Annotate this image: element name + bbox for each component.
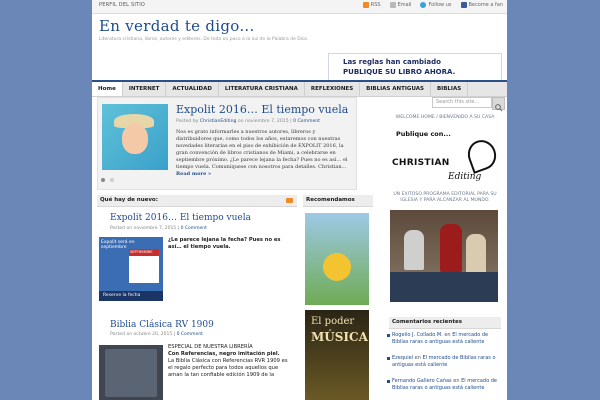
person-shape	[466, 234, 486, 274]
search-placeholder: Search this site...	[436, 99, 480, 105]
thumb-month: SEPTIEMBRE	[130, 250, 153, 254]
person-shape	[440, 224, 462, 272]
comment-author[interactable]: Ezequiel	[392, 355, 413, 361]
meta-date: octubre 20, 2015	[133, 332, 173, 337]
featured-slider: Expolit 2016… El tiempo vuela Posted by …	[97, 97, 357, 190]
nav-actualidad[interactable]: ACTUALIDAD	[166, 82, 219, 96]
comment-en: en	[414, 355, 421, 361]
featured-title[interactable]: Expolit 2016… El tiempo vuela	[176, 103, 348, 116]
comment-item-2[interactable]: Ezequiel en El mercado de Biblias raras …	[387, 355, 498, 368]
meta-comment-link[interactable]: 0 Comment	[293, 119, 320, 124]
recommended-book-1[interactable]	[305, 213, 369, 305]
person-shape	[404, 230, 424, 270]
excerpt-bold: Con Referencias, negro imitación piel.	[168, 351, 280, 357]
become-a-fan-link[interactable]: Become a fan	[460, 2, 503, 8]
banner-line-2: PUBLIQUE SU LIBRO AHORA.	[343, 68, 456, 76]
rss-icon[interactable]	[286, 198, 293, 203]
welcome-text: WELCOME HOME / BIENVENIDO A SU CASA	[395, 115, 495, 120]
christian-editing-logo[interactable]: Publique con... CHRISTIAN Editing	[390, 128, 501, 184]
slider-dot-1[interactable]	[101, 178, 105, 182]
nav-literatura-cristiana[interactable]: LITERATURA CRISTIANA	[219, 82, 305, 96]
featured-body-text: Nos es grato informarles a nuestros auto…	[176, 129, 348, 170]
event-photo[interactable]	[390, 210, 498, 302]
search-input[interactable]: Search this site...	[432, 97, 492, 108]
comment-item-1[interactable]: Rogelio J. Collado M. en El mercado de B…	[387, 332, 498, 345]
logo-christian: CHRISTIAN	[392, 158, 450, 168]
social-links: RSS Email Follow us Become a fan	[362, 2, 503, 8]
meta-posted-on: Posted on	[110, 332, 133, 337]
thumb-bar-text: Reserve la fecha	[103, 293, 141, 298]
facebook-icon	[460, 2, 467, 8]
post-meta-1: Posted on noviembre 7, 2015 | 0 Comment	[110, 226, 207, 231]
post-thumbnail-2[interactable]	[99, 345, 163, 400]
nav-home[interactable]: Home	[92, 82, 123, 96]
whats-new-header: Qué hay de nuevo:	[97, 195, 297, 207]
search-button[interactable]	[492, 97, 505, 112]
comments-heading: Comentarios recientes	[392, 319, 462, 325]
logo-editing: Editing	[448, 172, 482, 182]
banner-line-1: Las reglas han cambiado	[343, 58, 441, 66]
sun-shape	[323, 253, 351, 281]
read-more-link[interactable]: Read more »	[176, 171, 211, 177]
meta-on: on	[237, 119, 244, 124]
nav-internet[interactable]: INTERNET	[123, 82, 167, 96]
pen-icon	[463, 136, 501, 174]
face-shape	[122, 124, 148, 154]
bible-cover-shape	[105, 349, 157, 397]
featured-meta: Posted by ChristianEditing on noviembre …	[176, 119, 320, 124]
meta-comment-link[interactable]: 0 Comment	[177, 332, 203, 337]
meta-author-link[interactable]: ChristianEditing	[200, 119, 236, 124]
program-text: UN EXITOSO PROGRAMA EDITORIAL PARA SU IG…	[393, 192, 497, 203]
search-icon	[495, 104, 503, 112]
post-excerpt-2: ESPECIAL DE NUESTRA LIBRERÍA Con Referen…	[168, 344, 292, 379]
whats-new-heading: Qué hay de nuevo:	[100, 197, 158, 203]
top-bar: PERFIL DEL SITIO RSS Email Follow us Bec…	[92, 0, 507, 14]
meta-date: noviembre 7, 2015	[245, 119, 289, 124]
meta-date: noviembre 7, 2015	[133, 226, 177, 231]
recommended-book-2[interactable]: El poder MÚSICA	[305, 310, 369, 400]
slider-dots	[101, 178, 114, 182]
post-meta-2: Posted on octubre 20, 2015 | 0 Comment	[110, 332, 203, 337]
rss-icon	[362, 2, 369, 8]
nav-reflexiones[interactable]: REFLEXIONES	[305, 82, 361, 96]
nav-biblias[interactable]: BIBLIAS	[431, 82, 469, 96]
post-excerpt-1: ¿Le parece lejana la fecha? Pues no es a…	[168, 237, 281, 250]
post-title-1[interactable]: Expolit 2016… El tiempo vuela	[110, 213, 251, 223]
site-title[interactable]: En verdad te digo...	[99, 17, 255, 35]
featured-image[interactable]	[102, 104, 168, 170]
logo-publique: Publique con...	[396, 130, 451, 138]
comment-item-3[interactable]: Fernando Gallero Cañas en El mercado de …	[387, 378, 498, 391]
email-icon	[389, 2, 396, 8]
comment-en: en	[453, 378, 460, 384]
comment-author[interactable]: Rogelio J. Collado M.	[392, 332, 443, 338]
email-link[interactable]: Email	[389, 2, 411, 8]
perfil-link[interactable]: PERFIL DEL SITIO	[99, 2, 145, 8]
slider-dot-2[interactable]	[110, 178, 114, 182]
main-nav: Home INTERNET ACTUALIDAD LITERATURA CRIS…	[92, 80, 507, 97]
recomendamos-header: Recomendamos	[303, 195, 373, 207]
nav-biblias-antiguas[interactable]: BIBLIAS ANTIGUAS	[360, 82, 431, 96]
comment-author[interactable]: Fernando Gallero Cañas	[392, 378, 452, 384]
follow-us-link[interactable]: Follow us	[420, 2, 452, 8]
book-2-title-line-2: MÚSICA	[311, 330, 368, 344]
meta-posted-by: Posted by	[176, 119, 199, 124]
site-description: Literatura cristiana, libros, autores y …	[99, 37, 309, 42]
meta-posted-on: Posted on	[110, 226, 133, 231]
book-2-title-line-1: El poder	[311, 316, 355, 327]
excerpt-intro: ESPECIAL DE NUESTRA LIBRERÍA	[168, 344, 253, 350]
recomendamos-heading: Recomendamos	[306, 197, 355, 203]
excerpt-rest: La Biblia Clásica con Referencias RVR 19…	[168, 358, 288, 378]
publish-banner[interactable]: Las reglas han cambiado PUBLIQUE SU LIBR…	[328, 53, 502, 82]
page: PERFIL DEL SITIO RSS Email Follow us Bec…	[92, 0, 507, 400]
comments-header: Comentarios recientes	[389, 317, 501, 329]
post-title-2[interactable]: Biblia Clásica RV 1909	[110, 320, 214, 330]
comment-en: en	[444, 332, 451, 338]
featured-body: Nos es grato informarles a nuestros auto…	[176, 129, 351, 178]
thumb-bar: Reserve la fecha	[99, 291, 163, 301]
post-thumbnail-1[interactable]: Expolit será en septiembre SEPTIEMBRE Re…	[99, 237, 163, 301]
rss-link[interactable]: RSS	[362, 2, 381, 8]
meta-comment-link[interactable]: 0 Comment	[181, 226, 207, 231]
twitter-icon	[420, 2, 427, 8]
table-shape	[390, 272, 498, 302]
